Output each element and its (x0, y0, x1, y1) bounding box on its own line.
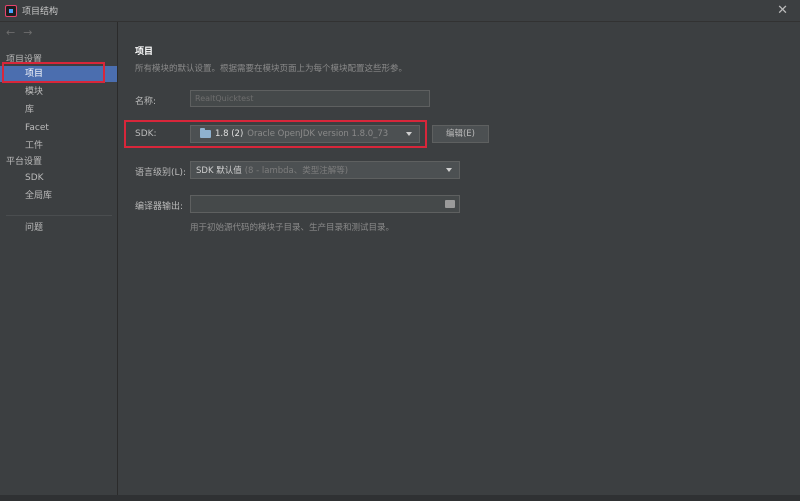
platform-settings-header: 平台设置 (6, 157, 43, 167)
sdk-value: 1.8 (2) (215, 129, 244, 139)
sidebar: ← → 项目设置 项目 模块 库 Facet 工件 平台设置 SDK 全局库 问… (0, 22, 118, 501)
sidebar-item-artifacts[interactable]: 工件 (0, 138, 117, 154)
sidebar-divider (6, 215, 112, 216)
folder-icon (200, 128, 211, 138)
sidebar-item-global-libraries[interactable]: 全局库 (0, 188, 117, 204)
page-description: 所有模块的默认设置。根据需要在模块页面上为每个模块配置这些形参。 (135, 64, 408, 74)
name-field[interactable]: RealtQuicktest (190, 90, 430, 107)
sidebar-item-problems[interactable]: 问题 (0, 220, 117, 236)
sidebar-item-facet[interactable]: Facet (0, 120, 117, 136)
chevron-down-icon (406, 132, 412, 136)
browse-folder-icon[interactable] (445, 200, 455, 208)
language-level-select[interactable]: SDK 默认值 (8 - lambda、类型注解等) (190, 161, 460, 179)
back-arrow-icon[interactable]: ← (6, 26, 15, 39)
forward-arrow-icon[interactable]: → (23, 26, 32, 39)
language-level-label: 语言级别(L): (135, 168, 187, 178)
sidebar-item-sdk[interactable]: SDK (0, 170, 117, 186)
sidebar-item-modules[interactable]: 模块 (0, 84, 117, 100)
compiler-output-label: 编译器输出: (135, 202, 184, 212)
sdk-select[interactable]: 1.8 (2) Oracle OpenJDK version 1.8.0_73 (190, 125, 420, 143)
name-label: 名称: (135, 97, 157, 107)
nav-arrows: ← → (6, 26, 32, 39)
sdk-version-text: Oracle OpenJDK version 1.8.0_73 (247, 129, 389, 139)
project-settings-header: 项目设置 (6, 55, 43, 65)
close-icon[interactable]: ✕ (777, 3, 788, 19)
app-icon (5, 4, 17, 17)
page-title: 项目 (135, 47, 154, 57)
window-title: 项目结构 (22, 7, 59, 17)
edit-sdk-button[interactable]: 编辑(E) (432, 125, 489, 143)
compiler-output-field[interactable] (190, 195, 460, 213)
language-level-value: SDK 默认值 (196, 166, 242, 176)
bottom-bar (0, 495, 800, 501)
title-bar: 项目结构 ✕ (0, 0, 800, 22)
chevron-down-icon (446, 168, 452, 172)
sidebar-item-project[interactable]: 项目 (0, 66, 117, 82)
sdk-label: SDK: (135, 129, 157, 139)
main-panel: 项目 所有模块的默认设置。根据需要在模块页面上为每个模块配置这些形参。 名称: … (118, 22, 800, 501)
sidebar-item-libraries[interactable]: 库 (0, 102, 117, 118)
language-level-hint: (8 - lambda、类型注解等) (244, 166, 349, 176)
compiler-output-hint: 用于初始源代码的模块子目录、生产目录和测试目录。 (190, 223, 395, 233)
